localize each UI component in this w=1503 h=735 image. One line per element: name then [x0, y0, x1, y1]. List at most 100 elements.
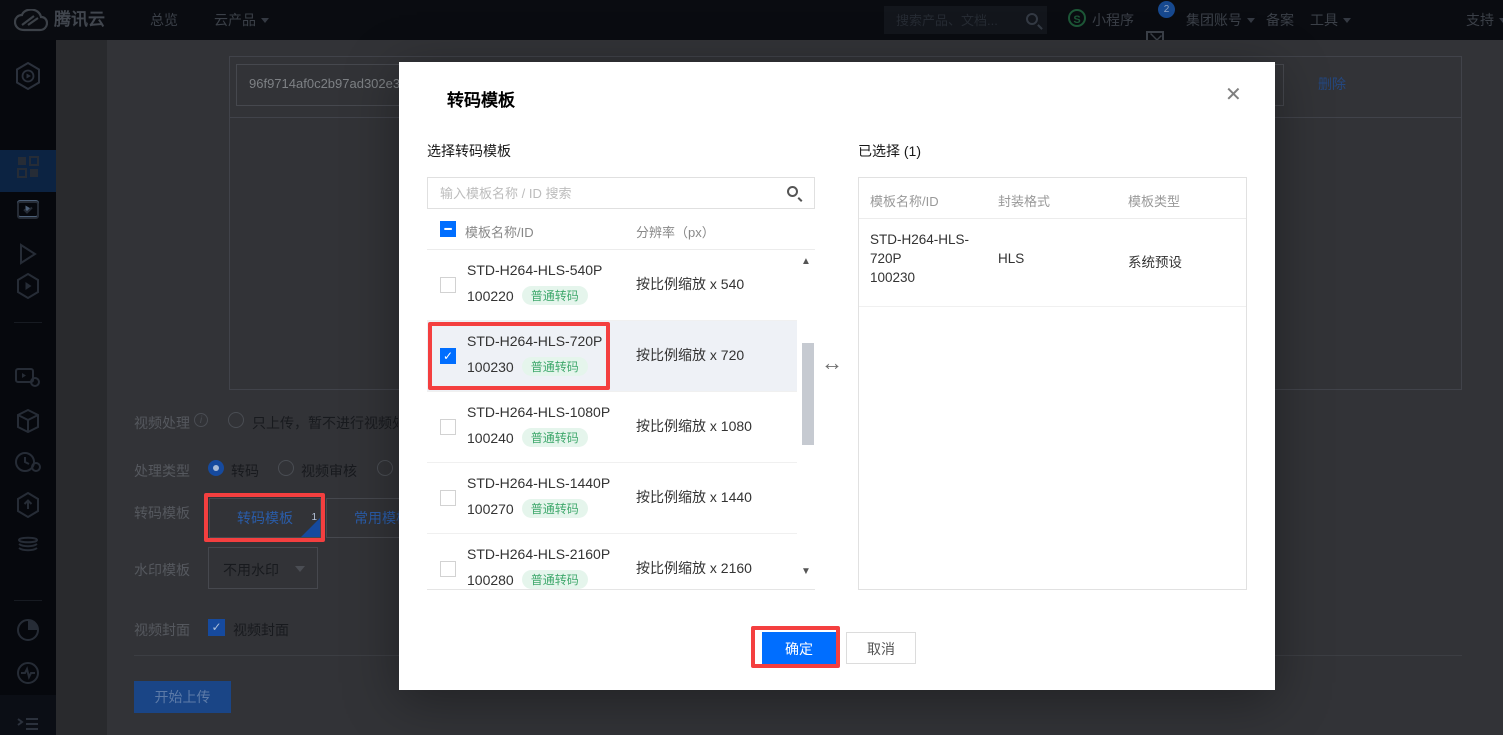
swap-arrow-icon: ↔: [821, 350, 843, 376]
row-checkbox[interactable]: [440, 490, 456, 506]
watermark-value: 不用水印: [223, 560, 279, 580]
caret-down-icon: [1499, 18, 1503, 23]
transcode-radio-label: 转码: [231, 461, 259, 481]
cover-label: 视频封面: [134, 620, 190, 640]
col-template-name: 模板名称/ID: [465, 222, 534, 241]
cancel-button[interactable]: 取消: [846, 632, 916, 664]
template-row[interactable]: STD-H264-HLS-540P 100220普通转码 按比例缩放 x 540: [427, 250, 797, 321]
template-row[interactable]: STD-H264-HLS-1080P 100240普通转码 按比例缩放 x 10…: [427, 392, 797, 463]
video-review-label: 视频审核: [301, 461, 357, 481]
scroll-up-icon[interactable]: ▲: [801, 256, 811, 267]
nav-beian[interactable]: 备案: [1266, 0, 1294, 40]
scroll-down-icon[interactable]: ▼: [801, 566, 811, 577]
screen: 腾讯云 总览 云产品 S 小程序 2 集团账号 备案 工具 支持: [0, 0, 1503, 735]
transcode-type-tag: 普通转码: [522, 286, 588, 305]
sidebar-footer: [0, 695, 56, 735]
top-navbar: 腾讯云 总览 云产品 S 小程序 2 集团账号 备案 工具 支持: [0, 0, 1503, 40]
box-icon[interactable]: [0, 409, 56, 443]
tencent-cloud-logo-icon[interactable]: [14, 9, 48, 32]
collapse-icon[interactable]: [17, 717, 39, 731]
upload-only-radio[interactable]: [228, 412, 244, 428]
video-review-radio[interactable]: [278, 460, 294, 476]
hexagon-upload-icon[interactable]: [0, 492, 56, 526]
transcode-template-dialog: 转码模板 ✕ 选择转码模板 已选择 (1) ━ 模板名称/ID 分辨率（px） …: [399, 62, 1275, 690]
left-sidebar: [0, 40, 56, 735]
pie-chart-icon[interactable]: [0, 618, 56, 652]
template-row[interactable]: STD-H264-HLS-1440P 100270普通转码 按比例缩放 x 14…: [427, 463, 797, 534]
search-icon[interactable]: [787, 186, 798, 197]
sidebar-divider: [14, 322, 42, 323]
selected-templates-panel: 模板名称/ID 封装格式 模板类型 STD-H264-HLS-720P 1002…: [858, 177, 1247, 590]
envelope-check-icon[interactable]: [0, 201, 56, 235]
confirm-button[interactable]: 确定: [762, 632, 836, 664]
miniprogram-icon[interactable]: S: [1068, 9, 1086, 27]
transcode-type-tag: 普通转码: [522, 357, 588, 376]
search-icon[interactable]: [1026, 13, 1038, 25]
navbar-search-input[interactable]: [884, 6, 1047, 34]
mail-badge: 2: [1158, 1, 1175, 18]
dialog-title: 转码模板: [447, 86, 515, 111]
nav-group-account[interactable]: 集团账号: [1186, 0, 1255, 40]
video-settings-icon[interactable]: [0, 367, 56, 401]
template-list: STD-H264-HLS-540P 100220普通转码 按比例缩放 x 540…: [427, 250, 815, 590]
row-divider: [859, 306, 1246, 307]
watermark-label: 水印模板: [134, 560, 190, 580]
video-play-icon[interactable]: [0, 160, 56, 194]
nav-support[interactable]: 支持: [1466, 0, 1503, 40]
hexagon-play-icon[interactable]: [0, 273, 56, 307]
selected-template-type: 系统预设: [1128, 251, 1182, 271]
transcode-template-button[interactable]: 转码模板 1: [209, 498, 321, 538]
vod-logo-icon[interactable]: [0, 62, 56, 96]
row-checkbox[interactable]: [440, 419, 456, 435]
list-header: ━ 模板名称/ID 分辨率（px）: [427, 209, 815, 250]
transcode-radio[interactable]: [208, 460, 224, 476]
page-gutter: [56, 40, 107, 735]
caret-down-icon: [295, 566, 305, 572]
selected-template-name: STD-H264-HLS-720P 100230: [870, 230, 988, 287]
nav-miniprogram[interactable]: 小程序: [1092, 0, 1134, 40]
info-icon[interactable]: i: [194, 413, 208, 427]
watermark-select[interactable]: 不用水印: [208, 547, 318, 589]
col-format: 封装格式: [998, 191, 1050, 210]
header-divider: [859, 218, 1246, 219]
transcode-type-tag: 普通转码: [522, 570, 588, 589]
template-row-selected[interactable]: ✓ STD-H264-HLS-720P 100230普通转码 按比例缩放 x 7…: [427, 321, 797, 392]
cover-checkbox-label: 视频封面: [233, 620, 289, 640]
sidebar-divider: [14, 600, 42, 601]
row-checkbox[interactable]: [440, 561, 456, 577]
file-id-text: 96f9714af0c2b97ad302e37: [249, 76, 407, 91]
row-checkbox[interactable]: [440, 277, 456, 293]
scrollbar-thumb[interactable]: [802, 343, 814, 445]
transcode-type-tag: 普通转码: [522, 428, 588, 447]
brand-name[interactable]: 腾讯云: [54, 0, 105, 40]
col-template-name: 模板名称/ID: [870, 191, 939, 210]
template-search-input[interactable]: [427, 177, 815, 209]
caret-down-icon: [261, 18, 269, 23]
selected-count-label: 已选择 (1): [858, 141, 921, 161]
third-type-radio[interactable]: [377, 460, 393, 476]
start-upload-button[interactable]: 开始上传: [134, 681, 231, 713]
selected-template-format: HLS: [998, 251, 1024, 266]
transcode-template-label: 转码模板: [134, 503, 190, 523]
delete-link[interactable]: 删除: [1318, 74, 1346, 94]
process-type-label: 处理类型: [134, 461, 190, 481]
col-resolution: 分辨率（px）: [636, 222, 715, 241]
select-all-checkbox[interactable]: ━: [440, 221, 456, 237]
upload-only-label: 只上传，暂不进行视频处理: [252, 413, 398, 433]
caret-down-icon: [1247, 18, 1255, 23]
cover-checkbox[interactable]: ✓: [208, 619, 225, 636]
select-template-label: 选择转码模板: [427, 141, 511, 161]
pulse-icon[interactable]: [0, 661, 56, 695]
nav-tools[interactable]: 工具: [1310, 0, 1351, 40]
transcode-type-tag: 普通转码: [522, 499, 588, 518]
caret-down-icon: [1343, 18, 1351, 23]
clock-gear-icon[interactable]: [0, 451, 56, 485]
nav-cloud-products[interactable]: 云产品: [214, 0, 269, 40]
nav-overview[interactable]: 总览: [150, 0, 178, 40]
template-row[interactable]: STD-H264-HLS-2160P 100280普通转码 按比例缩放 x 21…: [427, 534, 797, 590]
layers-icon[interactable]: [0, 532, 56, 566]
close-icon[interactable]: ✕: [1225, 82, 1242, 107]
row-checkbox-checked[interactable]: ✓: [440, 348, 456, 364]
play-outline-icon[interactable]: [0, 243, 56, 277]
badge-count: 1: [311, 499, 317, 537]
